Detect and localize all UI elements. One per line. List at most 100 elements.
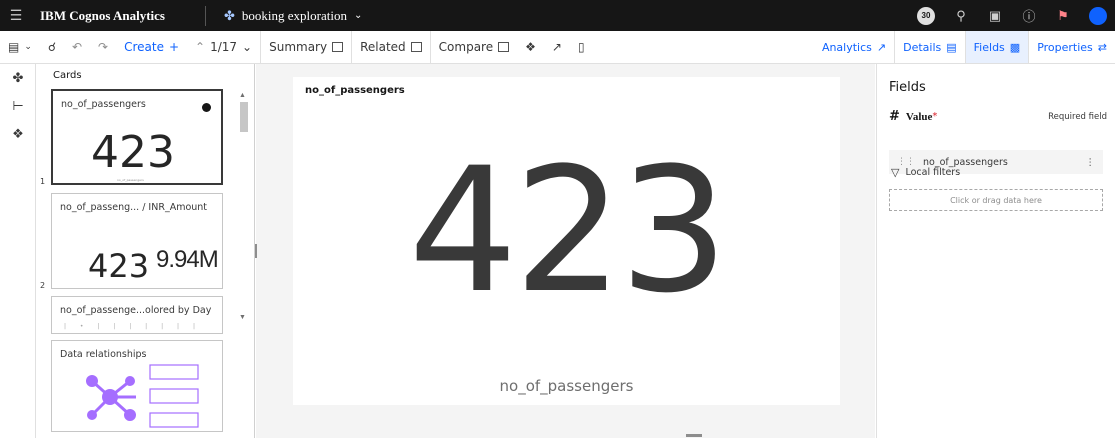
share-button[interactable]: ☌: [40, 31, 64, 63]
card-value-b: 9.94M: [156, 246, 219, 273]
fields-panel-title: Fields: [889, 80, 926, 95]
analytics-tab[interactable]: Analytics ↗: [814, 31, 894, 63]
card-3[interactable]: no_of_passenge...olored by Day | • | | |…: [51, 296, 223, 334]
app-name: IBM Cognos Analytics: [40, 7, 165, 23]
chevron-down-icon: ⌄: [242, 40, 253, 54]
properties-tab[interactable]: Properties ⇄: [1029, 31, 1115, 63]
properties-label: Properties: [1037, 40, 1093, 54]
card-value: 423: [91, 127, 175, 178]
help-icon[interactable]: ⓘ: [1021, 8, 1037, 24]
fields-tab[interactable]: Fields ▩: [965, 31, 1029, 63]
fields-icon: ▩: [1009, 40, 1021, 54]
filter-icon: ▽: [891, 166, 900, 179]
mini-chart-ticks: | • | | | | | | |: [64, 323, 201, 330]
details-tab[interactable]: Details ▤: [895, 31, 965, 63]
doc-name: booking exploration: [241, 7, 347, 23]
hamburger-menu-icon[interactable]: ☰: [0, 7, 32, 24]
chevron-up-icon: ⌃: [195, 40, 206, 54]
redo-button[interactable]: ↷: [90, 31, 116, 63]
plus-icon: +: [168, 40, 180, 54]
details-icon: ▤: [946, 40, 957, 54]
card-index: 2: [40, 281, 46, 290]
local-filters-label: Local filters: [905, 167, 961, 178]
compare-button[interactable]: Compare: [431, 31, 517, 63]
card-pager[interactable]: ⌃ 1/17 ⌄: [187, 31, 260, 63]
toolbar: ▤ ⌄ ☌ ↶ ↷ Create + ⌃ 1/17 ⌄ Summary Rela…: [0, 30, 1115, 64]
local-filters-dropzone[interactable]: Click or drag data here: [889, 189, 1103, 211]
kpi-value: 423: [408, 130, 728, 331]
fields-label: Fields: [973, 40, 1005, 54]
folder-icon: ▤: [8, 40, 20, 54]
panel-resize-handle[interactable]: [255, 244, 257, 258]
chart-type-button[interactable]: ↗: [544, 31, 570, 63]
chevron-down-icon: ⌄: [24, 42, 32, 52]
cards-scrollbar[interactable]: ▲ ▼: [238, 92, 248, 322]
redo-icon: ↷: [98, 40, 109, 54]
open-menu-button[interactable]: ▤ ⌄: [0, 31, 40, 63]
details-label: Details: [903, 40, 942, 54]
compare-icon: [498, 42, 510, 52]
delete-button[interactable]: ▯: [570, 31, 593, 63]
summary-label: Summary: [269, 40, 328, 54]
analytics-label: Analytics: [821, 40, 872, 54]
pin-icon: ❖: [525, 40, 536, 54]
left-rail: ✤ ⊢ ❖: [0, 64, 36, 438]
value-label: Value: [905, 110, 933, 123]
pin-button[interactable]: ❖: [517, 31, 544, 63]
share-icon: ☌: [47, 40, 56, 54]
scroll-up-icon[interactable]: ▲: [239, 92, 246, 99]
exploration-icon: ✤: [223, 7, 235, 23]
numeric-icon: #: [889, 109, 900, 124]
notification-count-badge[interactable]: 30: [917, 6, 935, 25]
undo-button[interactable]: ↶: [64, 31, 90, 63]
card-caption: no_of_passengers: [117, 178, 144, 182]
user-avatar[interactable]: [1089, 6, 1107, 25]
related-button[interactable]: Related: [352, 31, 430, 63]
undo-icon: ↶: [71, 40, 83, 54]
local-filters-header[interactable]: ▽ Local filters: [891, 166, 960, 179]
canvas-area: no_of_passengers 423 no_of_passengers: [256, 64, 875, 438]
cards-panel-title: Cards: [53, 70, 82, 81]
compare-label: Compare: [438, 40, 494, 54]
scroll-thumb[interactable]: [240, 102, 248, 132]
value-slot-header: # Value * Required field: [889, 109, 1107, 124]
card-index: 1: [40, 177, 46, 186]
card-title: no_of_passeng... / INR_Amount: [60, 202, 208, 213]
create-label: Create: [124, 40, 164, 54]
data-tree-icon[interactable]: ⊢: [0, 92, 36, 120]
required-field-text: Required field: [1048, 111, 1107, 122]
fields-panel: Fields # Value * Required field ⋮⋮ no_of…: [876, 64, 1115, 438]
card-data-relationships[interactable]: Data relationships: [51, 340, 223, 432]
overflow-menu-icon[interactable]: ⋮: [1086, 157, 1096, 168]
notifications-icon[interactable]: ⚑: [1055, 8, 1071, 24]
relationships-diagram: [86, 364, 199, 428]
chart-icon: ↗: [551, 40, 562, 54]
create-button[interactable]: Create +: [116, 31, 187, 63]
search-icon[interactable]: ⚲: [953, 8, 969, 24]
selected-check-icon: [202, 103, 211, 112]
top-bar: ☰ IBM Cognos Analytics ✤ booking explora…: [0, 0, 1115, 31]
exploration-icon[interactable]: ✤: [0, 64, 36, 92]
related-icon: [410, 42, 422, 52]
card-1[interactable]: no_of_passengers 423 no_of_passengers: [51, 89, 223, 185]
kpi-label: no_of_passengers: [499, 377, 634, 395]
chat-icon[interactable]: ▣: [987, 8, 1003, 24]
card-title: no_of_passengers: [61, 99, 146, 110]
card-value-a: 423: [88, 247, 150, 285]
chevron-down-icon: ⌄: [353, 10, 363, 21]
summary-button[interactable]: Summary: [261, 31, 351, 63]
trash-icon: ▯: [577, 40, 585, 54]
pin-icon[interactable]: ❖: [0, 120, 36, 148]
analytics-icon: ↗: [876, 40, 887, 54]
scroll-down-icon[interactable]: ▼: [239, 314, 246, 321]
doc-switcher[interactable]: ✤ booking exploration ⌄: [224, 8, 362, 24]
summary-icon: [332, 42, 344, 52]
viz-title: no_of_passengers: [305, 85, 405, 96]
kpi-visualization[interactable]: no_of_passengers 423 no_of_passengers: [293, 77, 840, 405]
related-label: Related: [360, 40, 406, 54]
bottom-resize-handle[interactable]: [686, 434, 702, 437]
card-title: Data relationships: [60, 349, 147, 360]
properties-icon: ⇄: [1097, 40, 1107, 54]
card-2[interactable]: no_of_passeng... / INR_Amount 423 9.94M: [51, 193, 223, 289]
card-title: no_of_passenge...olored by Day: [60, 305, 212, 316]
